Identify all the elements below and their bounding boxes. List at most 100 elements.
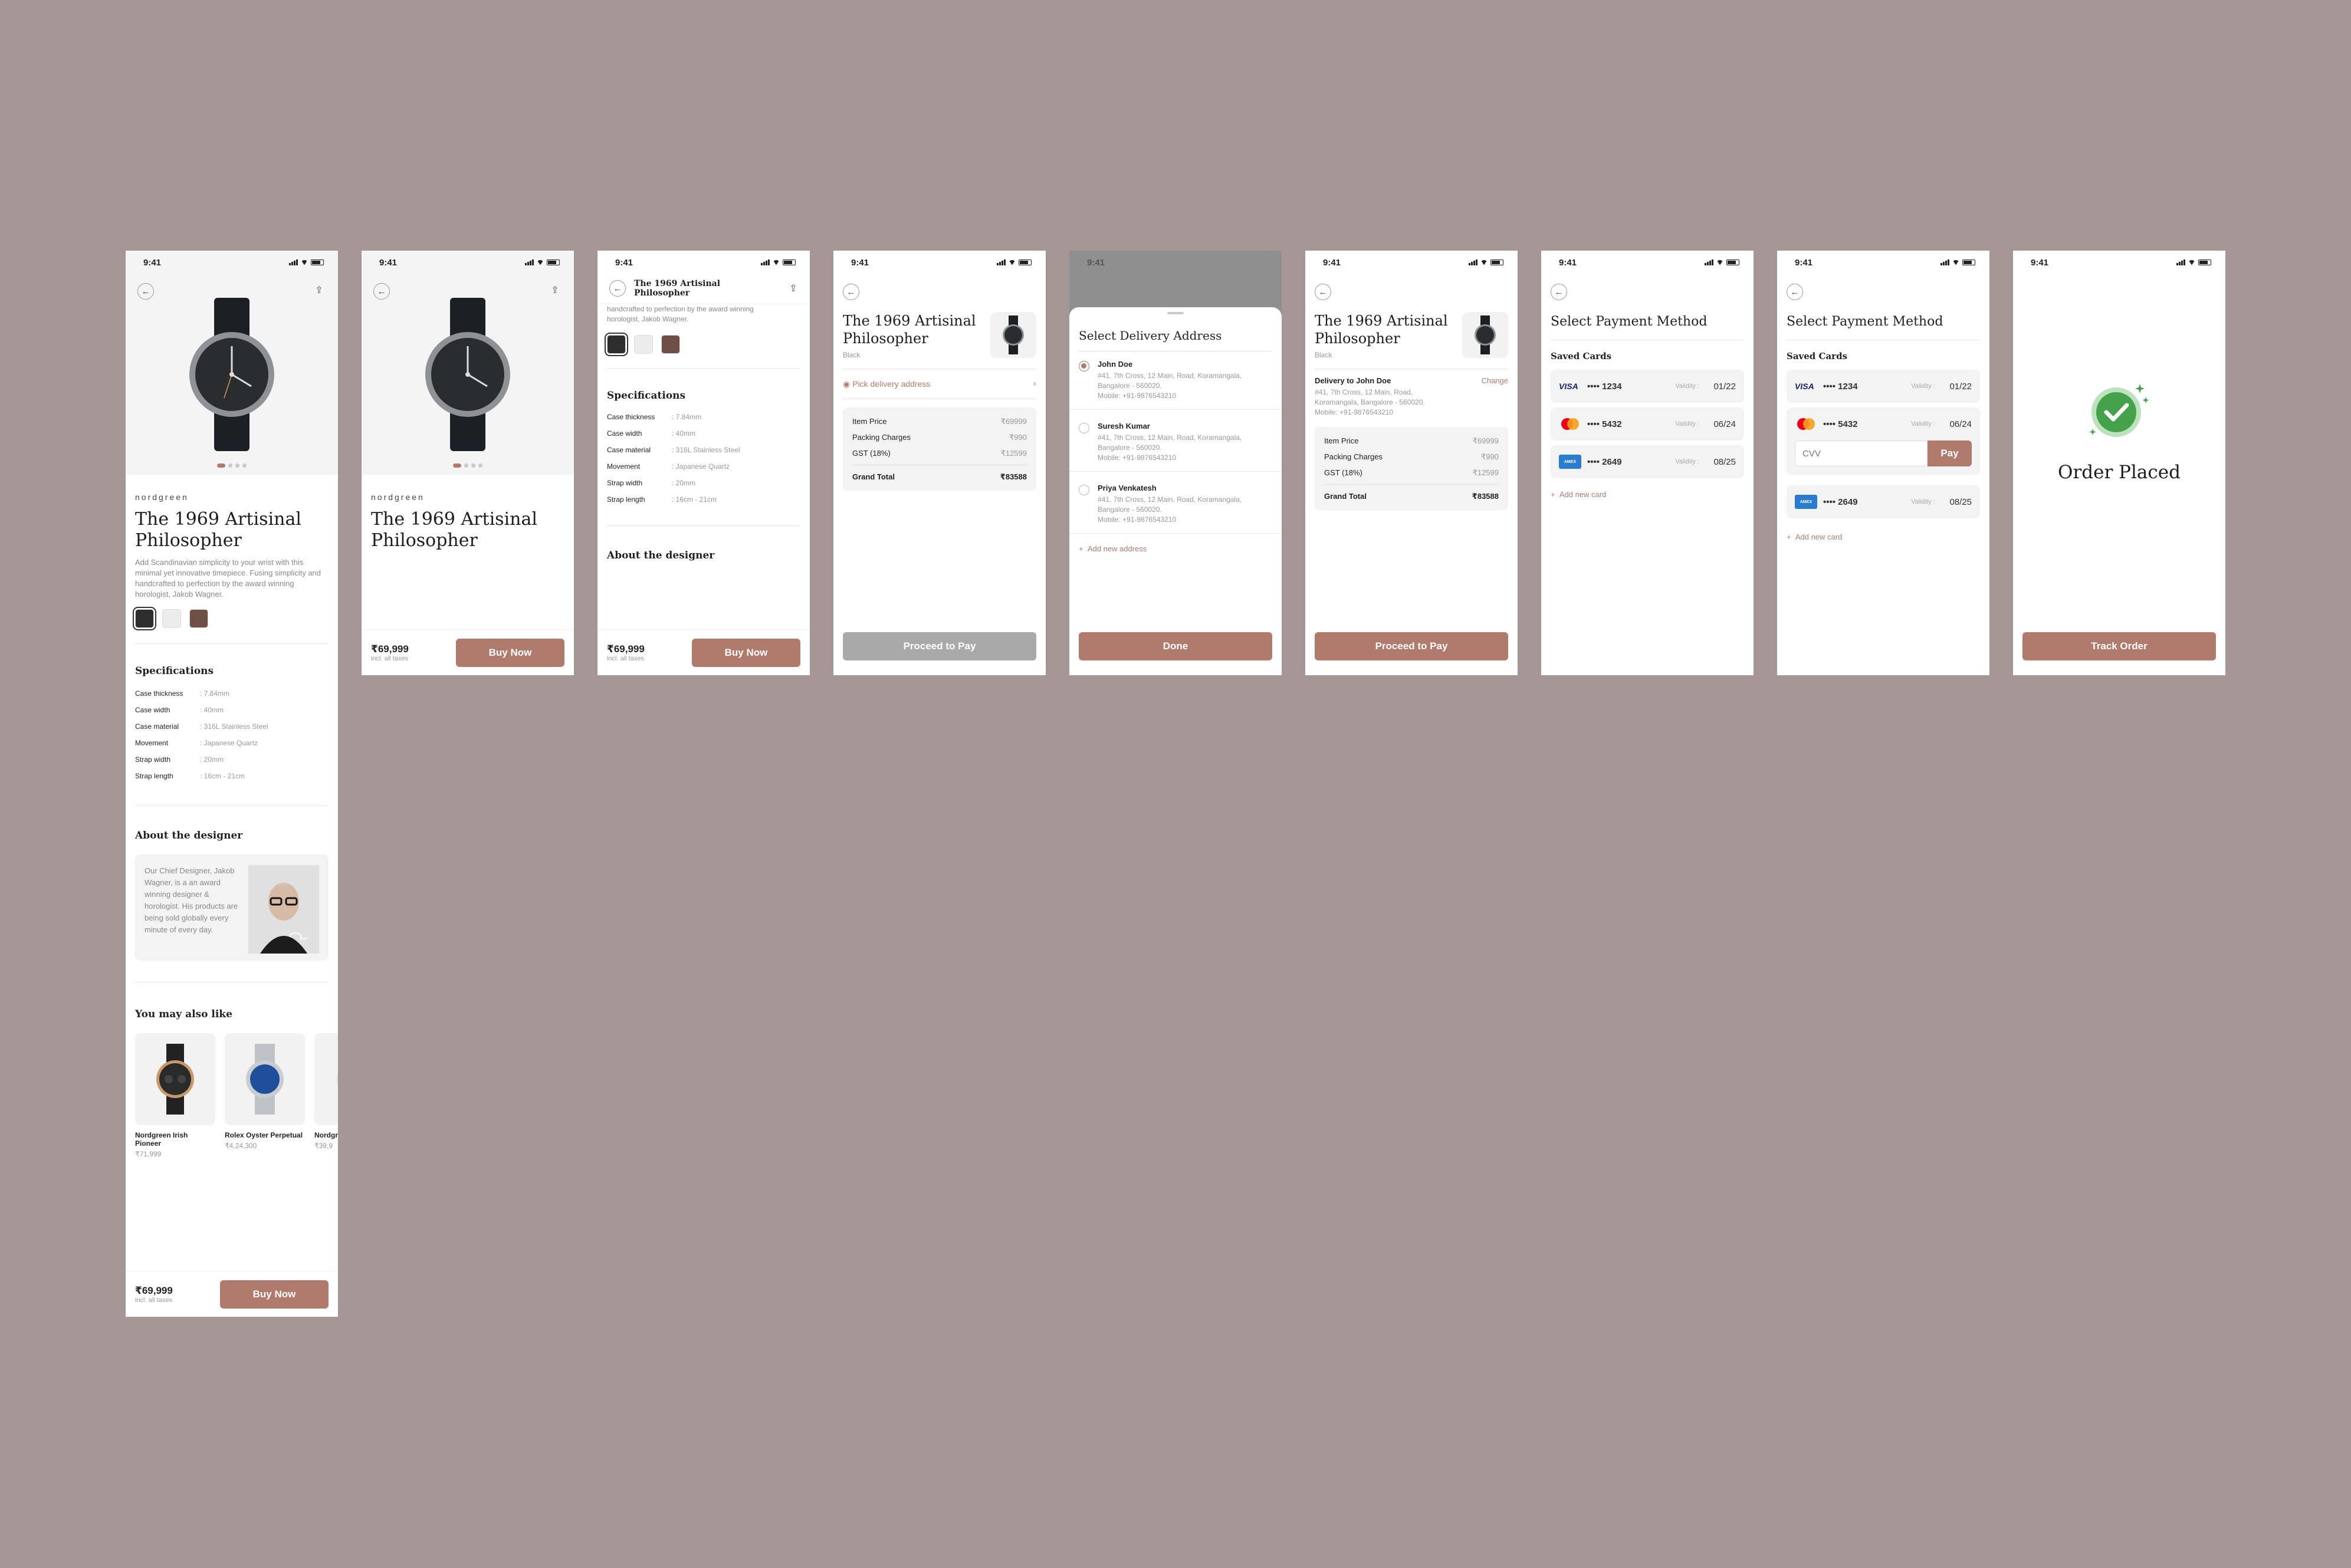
price: ₹69,999 (607, 643, 645, 655)
arrow-left-icon: ← (377, 286, 386, 297)
designer-text: Our Chief Designer, Jakob Wagner, is a a… (145, 866, 238, 934)
add-address-link[interactable]: + Add new address (1069, 534, 1282, 564)
proceed-to-pay-button[interactable]: Proceed to Pay (843, 632, 1036, 660)
designer-photo (248, 865, 319, 954)
wifi-icon (1716, 259, 1723, 265)
back-button[interactable]: ← (373, 283, 390, 300)
saved-card[interactable]: AMEX •••• 2649 Validity :08/25 (1551, 445, 1744, 478)
status-bar: 9:41 (833, 251, 1046, 274)
swatch-black[interactable] (133, 607, 156, 630)
screen-checkout-address: 9:41 ← The 1969 Artisinal Philosopher Bla… (1305, 251, 1518, 675)
saved-card[interactable]: AMEX •••• 2649 Validity :08/25 (1787, 485, 1980, 518)
pay-button[interactable]: Pay (1928, 441, 1972, 466)
wifi-icon (1480, 259, 1488, 265)
change-address-link[interactable]: Change (1481, 376, 1508, 385)
swatch-brown[interactable] (189, 609, 208, 628)
price-note: incl. all taxes (135, 1296, 172, 1304)
saved-card[interactable]: VISA •••• 1234 Validity :01/22 (1787, 370, 1980, 403)
related-card[interactable]: Rolex Oyster Perpetual ₹4,24,300 (225, 1033, 305, 1158)
back-button[interactable]: ← (843, 284, 859, 300)
swatch-brown[interactable] (661, 335, 680, 354)
add-card-link[interactable]: + Add new card (1787, 532, 1980, 541)
related-watch-image (246, 1044, 284, 1115)
buy-now-button[interactable]: Buy Now (456, 638, 564, 667)
wifi-icon (2188, 259, 2195, 265)
color-label: Black (843, 351, 861, 359)
designer-card: Our Chief Designer, Jakob Wagner, is a a… (135, 854, 329, 961)
delivery-address: Delivery to John Doe Change #41, 7th Cro… (1315, 376, 1508, 416)
carousel-dots[interactable] (126, 464, 338, 468)
specs-list: Case thickness: 7.84mm Case width: 40mm … (135, 685, 329, 784)
product-hero: 9:41 ← ⇪ (126, 251, 338, 475)
buy-bar: ₹69,999 incl. all taxes Buy Now (362, 629, 574, 675)
screen-order-placed: 9:41 Order Placed Track Order (2013, 251, 2225, 675)
status-bar: 9:41 (362, 251, 574, 274)
plus-icon: + (1079, 544, 1083, 553)
spec-row: Strap width: 20mm (135, 755, 224, 764)
address-option[interactable]: John Doe #41, 7th Cross, 12 Main, Road, K… (1069, 351, 1282, 410)
location-pin-icon: ◉ (843, 379, 851, 389)
track-order-button[interactable]: Track Order (2022, 632, 2216, 660)
amex-icon: AMEX (1795, 495, 1817, 509)
wifi-icon (537, 259, 544, 265)
price-note: incl. all taxes (607, 655, 644, 662)
status-bar: 9:41 (597, 251, 810, 274)
radio[interactable] (1079, 423, 1089, 433)
spec-row: Strap length: 16cm - 21cm (607, 495, 717, 504)
sticky-header: ← The 1969 Artisinal Philosopher ⇪ (597, 274, 810, 304)
swatch-white[interactable] (162, 609, 181, 628)
back-button[interactable]: ← (609, 280, 626, 297)
saved-card[interactable]: VISA •••• 1234 Validity :01/22 (1551, 370, 1744, 403)
status-bar: 9:41 (1777, 251, 1989, 274)
amex-icon: AMEX (1559, 455, 1581, 469)
saved-cards-list: VISA •••• 1234 Validity :01/22 •••• 5432 Va… (1787, 370, 1980, 518)
product-title: The 1969 Artisinal Philosopher (371, 509, 537, 551)
sheet-title: Select Delivery Address (1079, 328, 1222, 343)
address-sheet: Select Delivery Address John Doe #41, 7th… (1069, 307, 1282, 675)
share-button[interactable]: ⇪ (786, 281, 800, 295)
checkout-title: The 1969 Artisinal Philosopher (1315, 313, 1448, 347)
signal-icon (1940, 259, 1949, 265)
back-button[interactable]: ← (1551, 284, 1567, 300)
battery-icon (1490, 259, 1503, 265)
buy-now-button[interactable]: Buy Now (692, 638, 800, 667)
selected-card[interactable]: •••• 5432Validity :06/24 Pay (1787, 407, 1980, 475)
status-bar: 9:41 (1541, 251, 1754, 274)
pick-address-row[interactable]: ◉ Pick delivery address › (843, 369, 1036, 399)
radio-selected[interactable] (1079, 361, 1089, 372)
arrow-left-icon: ← (1554, 287, 1564, 297)
signal-icon (997, 259, 1006, 265)
related-card[interactable]: Nordgreen Cadence ₹39,9 (314, 1033, 338, 1158)
share-button[interactable]: ⇪ (548, 283, 562, 297)
bill-summary: Item Price ₹69999 Packing Charges ₹990 GST… (1315, 427, 1508, 510)
done-button[interactable]: Done (1079, 632, 1272, 660)
carousel-dots[interactable] (362, 464, 574, 468)
related-card[interactable]: Nordgreen Irish Pioneer ₹71,999 (135, 1033, 215, 1158)
delivery-to: Delivery to John Doe (1315, 376, 1391, 385)
back-button[interactable]: ← (1787, 284, 1803, 300)
address-option[interactable]: Suresh Kumar #41, 7th Cross, 12 Main, Roa… (1069, 410, 1282, 472)
swatch-white[interactable] (634, 335, 653, 354)
specs-heading: Specifications (135, 665, 214, 677)
screen-product-detail: 9:41 ← ⇪ nordgreen The 1969 Artisinal Phi… (126, 251, 338, 1317)
saved-card[interactable]: •••• 5432 Validity :06/24 (1551, 407, 1744, 441)
back-button[interactable]: ← (1315, 284, 1331, 300)
proceed-to-pay-button[interactable]: Proceed to Pay (1315, 632, 1508, 660)
brand-name: nordgreen (371, 492, 425, 502)
cvv-input[interactable] (1795, 441, 1928, 466)
add-card-link[interactable]: + Add new card (1551, 490, 1744, 499)
battery-icon (1019, 259, 1032, 265)
swatch-black[interactable] (605, 333, 628, 356)
arrow-left-icon: ← (1790, 287, 1800, 297)
arrow-left-icon: ← (1318, 287, 1328, 297)
radio[interactable] (1079, 485, 1089, 495)
related-watch-image (337, 1073, 338, 1086)
share-button[interactable]: ⇪ (312, 283, 326, 297)
buy-now-button[interactable]: Buy Now (220, 1280, 329, 1309)
back-button[interactable]: ← (137, 283, 154, 300)
saved-cards-heading: Saved Cards (1551, 351, 1612, 361)
watch-image (189, 298, 274, 451)
spec-row: Movement: Japanese Quartz (607, 462, 730, 471)
address-option[interactable]: Priya Venkatesh #41, 7th Cross, 12 Main, … (1069, 472, 1282, 534)
color-swatches (605, 333, 800, 356)
